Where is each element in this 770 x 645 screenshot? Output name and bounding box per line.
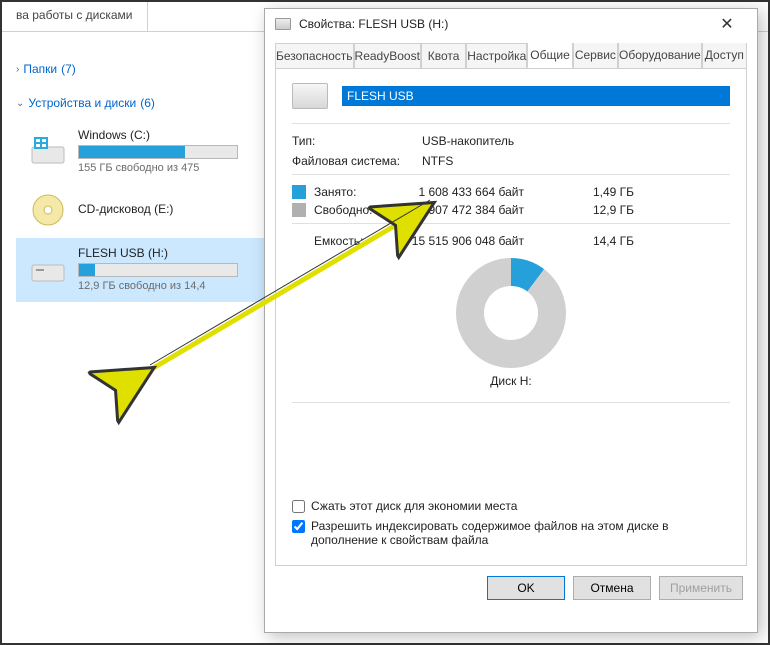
tab-customize[interactable]: Настройка xyxy=(466,43,527,68)
type-label: Тип: xyxy=(292,134,422,148)
free-label: Свободно: xyxy=(314,203,404,217)
index-checkbox[interactable] xyxy=(292,520,305,533)
hdd-icon xyxy=(28,133,68,169)
cd-icon xyxy=(28,192,68,228)
tab-readyboost[interactable]: ReadyBoost xyxy=(354,43,421,68)
dialog-title: Свойства: FLESH USB (H:) xyxy=(299,17,707,31)
compress-checkbox-row[interactable]: Сжать этот диск для экономии места xyxy=(292,499,730,513)
close-button[interactable]: ✕ xyxy=(707,14,747,34)
drive-icon xyxy=(292,83,328,109)
tab-strip: Безопасность ReadyBoost Квота Настройка … xyxy=(265,39,757,68)
nav-devices-label: Устройства и диски xyxy=(28,96,136,110)
type-value: USB-накопитель xyxy=(422,134,730,148)
used-label: Занято: xyxy=(314,185,404,199)
nav-folders-count: (7) xyxy=(61,62,76,76)
capacity-bytes: 15 515 906 048 байт xyxy=(404,234,564,248)
nav-devices-count: (6) xyxy=(140,96,155,110)
used-bytes: 1 608 433 664 байт xyxy=(404,185,564,199)
explorer-tab[interactable]: ва работы с дисками xyxy=(2,2,148,31)
used-swatch-icon xyxy=(292,185,306,199)
free-bytes: 13 907 472 384 байт xyxy=(404,203,564,217)
tab-hardware[interactable]: Оборудование xyxy=(618,43,702,68)
drive-usage-bar xyxy=(78,263,238,277)
drive-small-icon xyxy=(275,18,291,30)
usage-donut-chart xyxy=(456,258,566,368)
free-gb: 12,9 ГБ xyxy=(564,203,634,217)
tab-general[interactable]: Общие xyxy=(527,43,572,68)
tab-security[interactable]: Безопасность xyxy=(275,43,354,68)
dialog-buttons: OK Отмена Применить xyxy=(265,566,757,610)
disk-label: Диск H: xyxy=(292,374,730,388)
capacity-gb: 14,4 ГБ xyxy=(564,234,634,248)
fs-label: Файловая система: xyxy=(292,154,422,168)
used-gb: 1,49 ГБ xyxy=(564,185,634,199)
usb-drive-icon xyxy=(28,251,68,287)
compress-label: Сжать этот диск для экономии места xyxy=(311,499,517,513)
tab-tools[interactable]: Сервис xyxy=(573,43,618,68)
index-label: Разрешить индексировать содержимое файло… xyxy=(311,519,730,547)
tab-quota[interactable]: Квота xyxy=(421,43,466,68)
nav-folders-label: Папки xyxy=(23,62,57,76)
cancel-button[interactable]: Отмена xyxy=(573,576,651,600)
fs-value: NTFS xyxy=(422,154,730,168)
tab-sharing[interactable]: Доступ xyxy=(702,43,747,68)
properties-dialog: Свойства: FLESH USB (H:) ✕ Безопасность … xyxy=(264,8,758,633)
chevron-right-icon: › xyxy=(16,64,19,75)
titlebar: Свойства: FLESH USB (H:) ✕ xyxy=(265,9,757,39)
drive-name-input[interactable] xyxy=(342,86,730,106)
drive-usage-bar xyxy=(78,145,238,159)
compress-checkbox[interactable] xyxy=(292,500,305,513)
apply-button[interactable]: Применить xyxy=(659,576,743,600)
capacity-label: Емкость: xyxy=(314,234,404,248)
free-swatch-icon xyxy=(292,203,306,217)
index-checkbox-row[interactable]: Разрешить индексировать содержимое файло… xyxy=(292,519,730,547)
chevron-down-icon: ⌄ xyxy=(16,98,24,109)
ok-button[interactable]: OK xyxy=(487,576,565,600)
tab-general-content: Тип: USB-накопитель Файловая система: NT… xyxy=(275,68,747,566)
